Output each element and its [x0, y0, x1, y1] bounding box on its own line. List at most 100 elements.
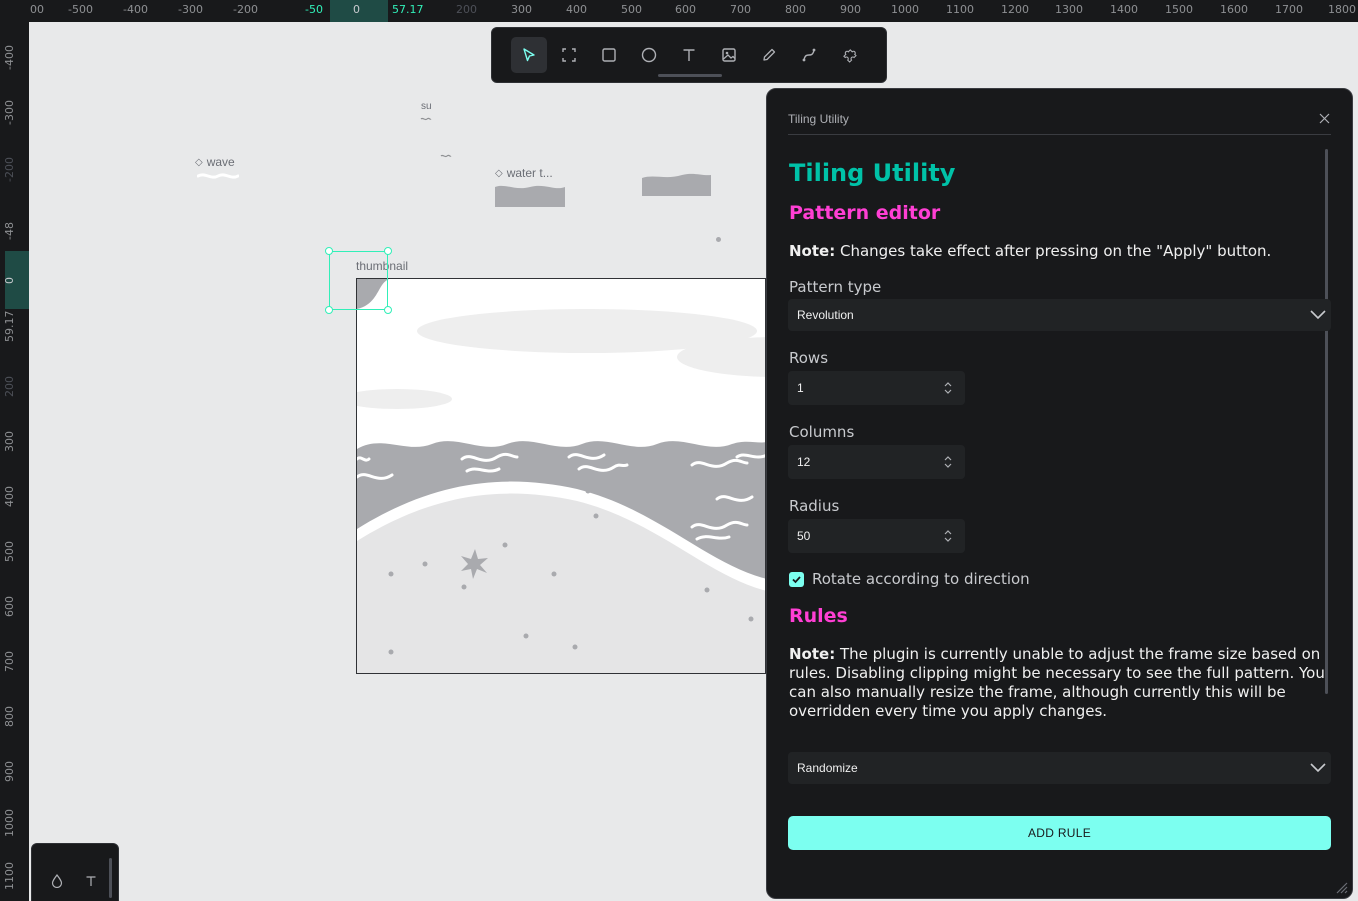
rotate-direction-checkbox[interactable]: Rotate according to direction	[789, 570, 1030, 588]
typography-button[interactable]	[82, 872, 100, 890]
component-icon: ◇	[495, 167, 503, 179]
ruler-tick: 400	[3, 486, 16, 507]
pattern-type-label: Pattern type	[789, 278, 882, 296]
ruler-tick: 300	[3, 431, 16, 452]
pattern-editor-heading: Pattern editor	[789, 202, 941, 224]
layer-label-su[interactable]: su	[421, 101, 432, 112]
text-icon	[683, 49, 695, 61]
puzzle-icon	[843, 49, 857, 63]
ellipse-tool-button[interactable]	[631, 37, 667, 73]
ruler-tick: 800	[785, 3, 806, 16]
plugin-header[interactable]: Tiling Utility	[788, 111, 1331, 135]
small-wave-shape[interactable]	[420, 116, 432, 122]
ruler-tick: 1200	[1001, 3, 1029, 16]
ruler-tick: 500	[3, 541, 16, 562]
ruler-tick: 200	[456, 3, 477, 16]
small-wave-shape[interactable]	[440, 153, 452, 159]
stepper-icon[interactable]	[943, 455, 953, 469]
columns-input[interactable]: 12	[788, 445, 965, 479]
text-tool-button[interactable]	[671, 37, 707, 73]
close-icon	[1319, 113, 1329, 123]
main-toolbar	[491, 27, 887, 83]
thumbnail-illustration	[357, 279, 765, 673]
add-rule-button[interactable]: ADD RULE	[788, 816, 1331, 850]
ruler-tick-selection-end: 57.17	[392, 3, 424, 16]
resize-handle-bottom-right[interactable]	[384, 306, 392, 314]
ruler-tick: 900	[3, 761, 16, 782]
layer-label-wave[interactable]: ◇ wave	[195, 155, 235, 169]
rectangle-icon	[602, 48, 616, 62]
layer-label-water[interactable]: ◇ water t...	[495, 166, 553, 180]
stepper-icon[interactable]	[943, 381, 953, 395]
plugin-title: Tiling Utility	[789, 159, 956, 187]
rows-label: Rows	[789, 349, 829, 367]
palette-drag-handle[interactable]	[109, 858, 112, 898]
ruler-tick: 600	[675, 3, 696, 16]
toolbar-drag-handle[interactable]	[658, 74, 722, 77]
board-icon	[562, 48, 576, 62]
path-icon	[802, 48, 816, 62]
ruler-tick: 900	[840, 3, 861, 16]
tiling-utility-plugin-window: Tiling Utility Tiling Utility Pattern ed…	[766, 88, 1353, 899]
ruler-tick-selection-start: -50	[305, 3, 323, 16]
ruler-tick: -400	[123, 3, 148, 16]
color-palette-button[interactable]	[48, 872, 66, 890]
chevron-down-icon	[1310, 310, 1326, 320]
resize-handle-top-left[interactable]	[325, 247, 333, 255]
text-icon	[86, 876, 96, 886]
ruler-tick: 400	[566, 3, 587, 16]
ruler-tick: 1700	[1275, 3, 1303, 16]
left-ruler[interactable]: -400 -300 -200 -48 0 59.17 200 300 400 5…	[0, 22, 29, 901]
ruler-corner	[0, 0, 29, 22]
ruler-tick: 1000	[3, 809, 16, 837]
thumbnail-frame[interactable]	[356, 278, 766, 674]
path-tool-button[interactable]	[791, 37, 827, 73]
water-shape[interactable]	[495, 183, 565, 207]
move-tool-button[interactable]	[511, 37, 547, 73]
rule-type-select[interactable]: Randomize	[788, 752, 1331, 784]
plugin-close-button[interactable]	[1317, 111, 1331, 125]
wave-shape[interactable]	[197, 172, 239, 180]
plugins-tool-button[interactable]	[831, 37, 867, 73]
resize-handle-bottom-left[interactable]	[325, 306, 333, 314]
ruler-tick: 1100	[946, 3, 974, 16]
rectangle-tool-button[interactable]	[591, 37, 627, 73]
plugin-header-title: Tiling Utility	[788, 112, 849, 126]
ruler-tick: 1000	[891, 3, 919, 16]
ruler-tick: 500	[621, 3, 642, 16]
ruler-tick: 600	[3, 596, 16, 617]
stepper-icon[interactable]	[943, 529, 953, 543]
image-icon	[722, 48, 736, 62]
ruler-tick: 1400	[1110, 3, 1138, 16]
top-ruler[interactable]: 00 -500 -400 -300 -200 -50 0 57.17 200 3…	[0, 0, 1358, 22]
water-shape[interactable]	[642, 172, 711, 196]
pointer-icon	[523, 48, 535, 62]
dot-shape[interactable]	[715, 236, 722, 243]
ruler-tick: -200	[3, 157, 16, 182]
checkbox-checked[interactable]	[789, 571, 804, 587]
ruler-tick: 700	[3, 651, 16, 672]
plugin-scrollbar[interactable]	[1325, 149, 1328, 694]
ruler-tick: 1500	[1165, 3, 1193, 16]
pencil-tool-button[interactable]	[751, 37, 787, 73]
ruler-tick: 700	[730, 3, 751, 16]
ruler-tick: 300	[511, 3, 532, 16]
ruler-tick: 200	[3, 376, 16, 397]
resize-handle-top-right[interactable]	[384, 247, 392, 255]
radius-input[interactable]: 50	[788, 519, 965, 553]
droplet-icon	[51, 874, 63, 888]
rows-input[interactable]: 1	[788, 371, 965, 405]
ruler-tick-selection-start: -48	[3, 222, 16, 240]
bottom-palette-panel	[31, 843, 119, 901]
pattern-type-select[interactable]: Revolution	[788, 299, 1331, 331]
checkmark-icon	[792, 575, 801, 583]
ruler-tick: -300	[178, 3, 203, 16]
image-tool-button[interactable]	[711, 37, 747, 73]
ruler-tick: 0	[353, 3, 360, 16]
ruler-tick: 00	[30, 3, 44, 16]
board-tool-button[interactable]	[551, 37, 587, 73]
chevron-down-icon	[1310, 763, 1326, 773]
selection-box[interactable]	[325, 247, 392, 314]
ruler-tick: -400	[3, 45, 16, 70]
window-resize-grip-icon[interactable]	[1332, 878, 1348, 894]
